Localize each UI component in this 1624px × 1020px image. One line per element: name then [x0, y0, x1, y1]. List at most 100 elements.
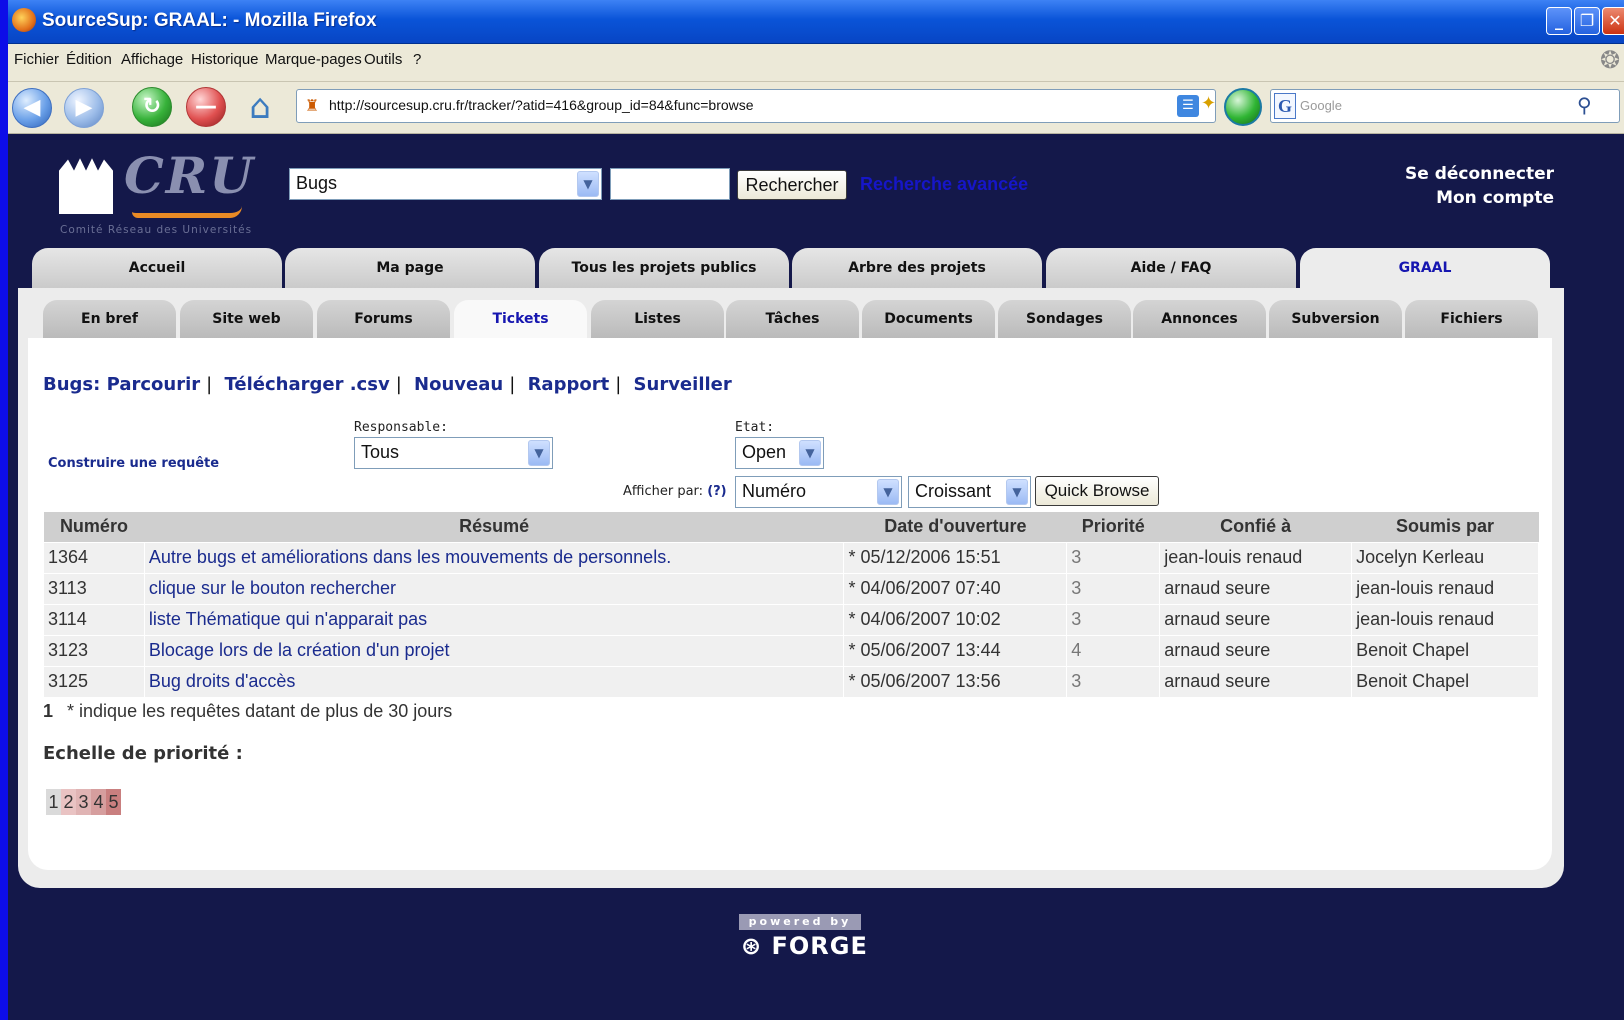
search-icon[interactable]: ⚲ — [1577, 93, 1592, 117]
subtab-annonces[interactable]: Annonces — [1133, 300, 1266, 340]
address-bar[interactable]: ♜ http://sourcesup.cru.fr/tracker/?atid=… — [296, 89, 1216, 123]
responsable-value: Tous — [361, 442, 400, 462]
back-button[interactable]: ◀ — [12, 88, 52, 128]
stop-button[interactable]: — — [186, 87, 226, 127]
priority-level-3: 3 — [76, 789, 91, 815]
logout-link[interactable]: Se déconnecter — [1405, 164, 1554, 184]
advanced-search-link[interactable]: Recherche avancée — [860, 174, 1028, 195]
etat-select[interactable]: Open ▼ — [735, 437, 824, 469]
web-search-box[interactable]: G Google ⚲ — [1270, 89, 1620, 123]
subtab-subversion[interactable]: Subversion — [1269, 300, 1402, 340]
ticket-summary-link[interactable]: clique sur le bouton rechercher — [143, 572, 845, 605]
chevron-down-icon: ▼ — [877, 479, 899, 505]
ticket-summary-link[interactable]: Bug droits d'accès — [143, 665, 845, 698]
responsable-select[interactable]: Tous ▼ — [354, 437, 553, 469]
subtab-en-bref[interactable]: En bref — [43, 300, 176, 340]
ticket-date: * 05/06/2007 13:56 — [843, 665, 1068, 698]
ticket-submitter: Benoit Chapel — [1351, 634, 1539, 667]
menu-fichier[interactable]: Fichier — [14, 51, 59, 68]
subtab-sondages[interactable]: Sondages — [998, 300, 1131, 340]
rss-feed-icon[interactable]: ☰ — [1177, 95, 1199, 117]
menu-edition[interactable]: Édition — [66, 51, 112, 68]
menu-historique[interactable]: Historique — [191, 51, 259, 68]
logo-swoosh — [132, 206, 242, 218]
etat-label: Etat: — [735, 420, 775, 435]
cru-logo[interactable]: CRU Comité Réseau des Universités — [56, 144, 256, 244]
ticket-id: 3114 — [43, 603, 145, 636]
powered-by-label: powered by — [739, 914, 861, 930]
subtab-listes[interactable]: Listes — [591, 300, 724, 340]
tab-graal[interactable]: GRAAL — [1300, 248, 1550, 290]
footnote: 1 * indique les requêtes datant de plus d… — [43, 701, 452, 722]
action-telecharger-csv[interactable]: Télécharger .csv — [225, 374, 390, 395]
minimize-button[interactable]: _ — [1546, 7, 1572, 35]
url-text: http://sourcesup.cru.fr/tracker/?atid=41… — [329, 97, 754, 113]
ticket-submitter: jean-louis renaud — [1351, 603, 1539, 636]
col-confie[interactable]: Confié à — [1159, 512, 1352, 542]
home-button[interactable]: ⌂ — [240, 86, 280, 128]
tab-aide-faq[interactable]: Aide / FAQ — [1046, 248, 1296, 290]
close-button[interactable]: ✕ — [1602, 7, 1624, 35]
account-link[interactable]: Mon compte — [1436, 188, 1554, 208]
web-search-placeholder: Google — [1300, 98, 1342, 113]
ticket-date: * 04/06/2007 07:40 — [843, 572, 1068, 605]
subtab-fichiers[interactable]: Fichiers — [1405, 300, 1538, 340]
go-button[interactable] — [1224, 88, 1262, 126]
subtab-tickets[interactable]: Tickets — [454, 300, 587, 340]
actions-prefix: Bugs: — [43, 374, 101, 395]
quick-browse-button[interactable]: Quick Browse — [1035, 476, 1159, 506]
sort-help-link[interactable]: (?) — [707, 484, 726, 499]
table-header-row: Numéro Résumé Date d'ouverture Priorité … — [43, 512, 1539, 542]
sort-field-value: Numéro — [742, 481, 807, 501]
col-soumis[interactable]: Soumis par — [1351, 512, 1539, 542]
responsable-label: Responsable: — [354, 420, 448, 435]
ticket-priority: 4 — [1066, 634, 1161, 667]
maximize-button[interactable]: ❐ — [1574, 7, 1600, 35]
search-type-select[interactable]: Bugs ▼ — [289, 168, 602, 200]
logo-people-icon — [59, 158, 113, 214]
stop-icon: — — [195, 94, 217, 119]
col-priorite[interactable]: Priorité — [1066, 512, 1160, 542]
site-header: CRU Comité Réseau des Universités Bugs ▼… — [8, 134, 1624, 254]
action-parcourir[interactable]: Parcourir — [107, 374, 201, 395]
action-surveiller[interactable]: Surveiller — [634, 374, 732, 395]
col-numero[interactable]: Numéro — [43, 512, 145, 542]
menu-outils[interactable]: Outils — [364, 51, 402, 68]
menu-marque-pages[interactable]: Marque-pages — [265, 51, 362, 68]
forward-arrow-icon: ▶ — [75, 95, 93, 120]
search-button[interactable]: Rechercher — [737, 170, 847, 200]
ticket-summary-link[interactable]: liste Thématique qui n'apparait pas — [143, 603, 845, 636]
etat-value: Open — [742, 442, 787, 462]
ticket-summary-link[interactable]: Blocage lors de la création d'un projet — [143, 634, 845, 667]
tracker-content: Bugs: Parcourir | Télécharger .csv | Nouve… — [28, 338, 1552, 870]
sort-order-select[interactable]: Croissant ▼ — [908, 476, 1031, 508]
action-rapport[interactable]: Rapport — [528, 374, 610, 395]
subtab-forums[interactable]: Forums — [317, 300, 450, 340]
menu-aide[interactable]: ? — [413, 51, 421, 68]
logo-subtitle: Comité Réseau des Universités — [60, 224, 253, 236]
page-number[interactable]: 1 — [43, 701, 53, 721]
forward-button[interactable]: ▶ — [64, 88, 104, 128]
subtab-documents[interactable]: Documents — [862, 300, 995, 340]
ticket-assigned: jean-louis renaud — [1159, 541, 1353, 574]
bookmark-star-icon[interactable]: ✦ — [1201, 93, 1216, 114]
reload-button[interactable]: ↻ — [132, 87, 172, 127]
ticket-summary-link[interactable]: Autre bugs et améliorations dans les mou… — [143, 541, 845, 574]
google-engine-icon[interactable]: G — [1274, 93, 1296, 119]
browser-window: SourceSup: GRAAL: - Mozilla Firefox _ ❐ … — [8, 0, 1624, 1020]
tab-arbre-projets[interactable]: Arbre des projets — [792, 248, 1042, 290]
action-nouveau[interactable]: Nouveau — [414, 374, 503, 395]
menu-affichage[interactable]: Affichage — [121, 51, 183, 68]
forge-logo[interactable]: ⊛ FORGE — [741, 932, 868, 960]
tab-accueil[interactable]: Accueil — [32, 248, 282, 290]
col-date[interactable]: Date d'ouverture — [843, 512, 1067, 542]
sort-field-select[interactable]: Numéro ▼ — [735, 476, 902, 508]
site-search-input[interactable] — [610, 168, 730, 200]
reload-icon: ↻ — [142, 94, 162, 119]
build-query-link[interactable]: Construire une requête — [48, 456, 219, 471]
tab-projets-publics[interactable]: Tous les projets publics — [539, 248, 789, 290]
subtab-site-web[interactable]: Site web — [180, 300, 313, 340]
subtab-taches[interactable]: Tâches — [726, 300, 859, 340]
tab-ma-page[interactable]: Ma page — [285, 248, 535, 290]
col-resume[interactable]: Résumé — [144, 512, 844, 542]
